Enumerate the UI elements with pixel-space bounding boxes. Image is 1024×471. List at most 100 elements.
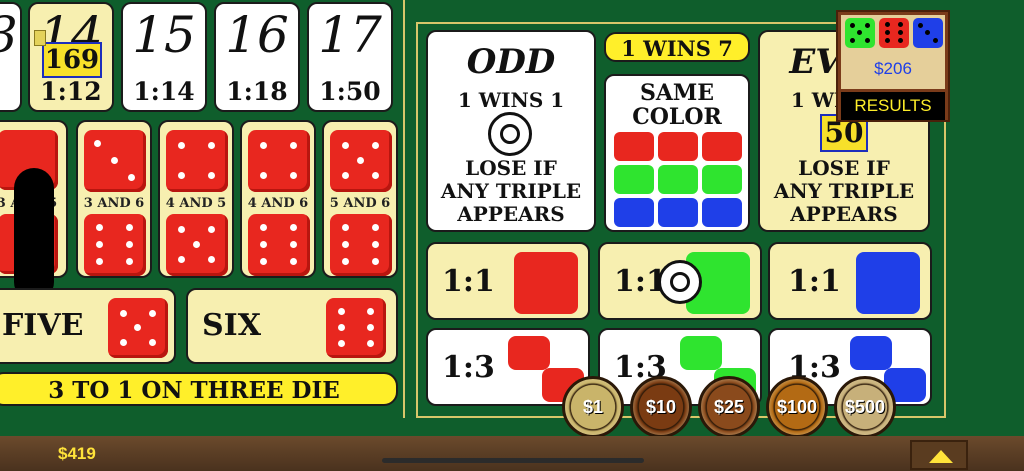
color-swatch [614, 198, 654, 227]
same-color-line2: COLOR [632, 104, 722, 130]
color-swatch [658, 198, 698, 227]
die-6-icon [330, 214, 392, 276]
die-5-icon [166, 214, 228, 276]
blue-die-icon [913, 18, 943, 48]
green-1to1-bet[interactable]: 1:1 [598, 242, 762, 320]
single-label: SIX [202, 308, 261, 343]
combo-bet-5-and-6[interactable]: 5 AND 6 [322, 120, 398, 278]
results-button[interactable]: RESULTS [841, 92, 945, 120]
chip-button[interactable]: $500 [834, 376, 896, 438]
combo-label: 4 AND 6 [247, 196, 309, 211]
die-6-icon [326, 298, 386, 358]
sum-bet-16[interactable]: 16 1:18 [214, 2, 300, 112]
sum-payout: 1:14 [133, 77, 195, 106]
three-die-banner[interactable]: 3 TO 1 ON THREE DIE [0, 372, 398, 406]
odd-payout: 1 WINS 1 [457, 88, 565, 112]
wins-7-text: 1 WINS 7 [621, 36, 733, 61]
color-swatch [702, 132, 742, 161]
die-6-icon [84, 214, 146, 276]
chip-placeholder-icon [488, 112, 532, 156]
single-label: FIVE [2, 308, 84, 343]
chip-button[interactable]: $1 [562, 376, 624, 438]
sum-number: 3 [0, 10, 26, 60]
chip-button[interactable]: $25 [698, 376, 760, 438]
chip-button[interactable]: $10 [630, 376, 692, 438]
color-swatch [614, 165, 654, 194]
expand-button[interactable] [910, 440, 968, 470]
color-swatch [658, 165, 698, 194]
combo-label: 3 AND 6 [83, 196, 145, 211]
chip-button[interactable]: $100 [766, 376, 828, 438]
blue-cup-icon [856, 252, 920, 314]
scroll-handle[interactable] [14, 168, 54, 302]
die-5-icon [330, 130, 392, 192]
single-bet-six[interactable]: SIX [186, 288, 398, 364]
red-cup-icon [508, 336, 550, 370]
payout-label: 1:1 [788, 264, 841, 299]
results-panel: $206 RESULTS [836, 10, 950, 122]
sum-payout: 1:18 [226, 77, 288, 106]
odd-rule-1: LOSE IF [465, 156, 557, 180]
chip-label: $10 [645, 396, 677, 417]
even-rule-3: APPEARS [790, 202, 898, 226]
odd-title: ODD [466, 42, 556, 82]
payout-label: 1:1 [442, 264, 495, 299]
color-swatch-grid [614, 132, 744, 228]
odd-bet[interactable]: ODD 1 WINS 1 LOSE IF ANY TRIPLE APPEARS [426, 30, 596, 232]
color-swatch [614, 132, 654, 161]
even-rule-2: ANY TRIPLE [773, 179, 915, 203]
green-cup-icon [680, 336, 722, 370]
banner-text: 3 TO 1 ON THREE DIE [48, 377, 340, 404]
balance-amount: $419 [58, 444, 96, 463]
single-bet-five[interactable]: FIVE [0, 288, 176, 364]
color-swatch [658, 132, 698, 161]
sum-bet-14[interactable]: 14 169 1:12 [28, 2, 114, 112]
sum-payout: 1:50 [319, 77, 381, 106]
chip-label: $1 [582, 396, 604, 417]
payout-label: 1:3 [442, 350, 495, 385]
blue-cup-icon [850, 336, 892, 370]
sum-number: 17 [318, 6, 382, 64]
chip-placeholder-icon [658, 260, 702, 304]
odd-rule-3: APPEARS [457, 202, 565, 226]
arrow-up-icon [929, 450, 953, 463]
odd-rule-2: ANY TRIPLE [440, 179, 582, 203]
combo-bet-4-and-5[interactable]: 4 AND 5 [158, 120, 234, 278]
die-3-icon [84, 130, 146, 192]
wins-7-banner: 1 WINS 7 [604, 32, 750, 62]
green-die-icon [845, 18, 875, 48]
chip-label: $25 [713, 396, 745, 417]
dice-result-tray: $206 [841, 15, 945, 89]
chip-stack-icon [34, 30, 46, 46]
combo-label: 4 AND 5 [165, 196, 227, 211]
placed-bet-badge: 169 [42, 42, 102, 78]
left-bet-area: 3 14 169 1:12 15 1:14 16 1:18 17 1:50 3 … [0, 0, 405, 418]
sum-number: 15 [132, 6, 196, 64]
blue-1to1-bet[interactable]: 1:1 [768, 242, 932, 320]
sum-number: 16 [225, 6, 289, 64]
results-amount: $206 [874, 59, 912, 78]
combo-bet-4-and-6[interactable]: 4 AND 6 [240, 120, 316, 278]
bottom-bar: $419 [0, 436, 1024, 471]
red-die-icon [879, 18, 909, 48]
die-6-icon [248, 214, 310, 276]
red-cup-icon [514, 252, 578, 314]
die-5-icon [108, 298, 168, 358]
combo-label: 5 AND 6 [329, 196, 391, 211]
die-4-icon [166, 130, 228, 192]
same-color-bet[interactable]: SAME COLOR [604, 74, 750, 232]
sum-payout: 1:12 [40, 77, 102, 106]
sum-bet-17[interactable]: 17 1:50 [307, 2, 393, 112]
chip-label: $100 [776, 396, 818, 417]
chip-tray: $1 $10 $25 $100 $500 [562, 376, 902, 442]
combo-bet-3-and-6[interactable]: 3 AND 6 [76, 120, 152, 278]
same-color-line1: SAME [639, 80, 715, 106]
chip-label: $500 [844, 396, 886, 417]
sum-bet-15[interactable]: 15 1:14 [121, 2, 207, 112]
even-rule-1: LOSE IF [798, 156, 890, 180]
home-indicator [382, 458, 644, 463]
red-1to1-bet[interactable]: 1:1 [426, 242, 590, 320]
die-4-icon [248, 130, 310, 192]
color-swatch [702, 198, 742, 227]
sum-bet-3[interactable]: 3 [0, 2, 22, 112]
